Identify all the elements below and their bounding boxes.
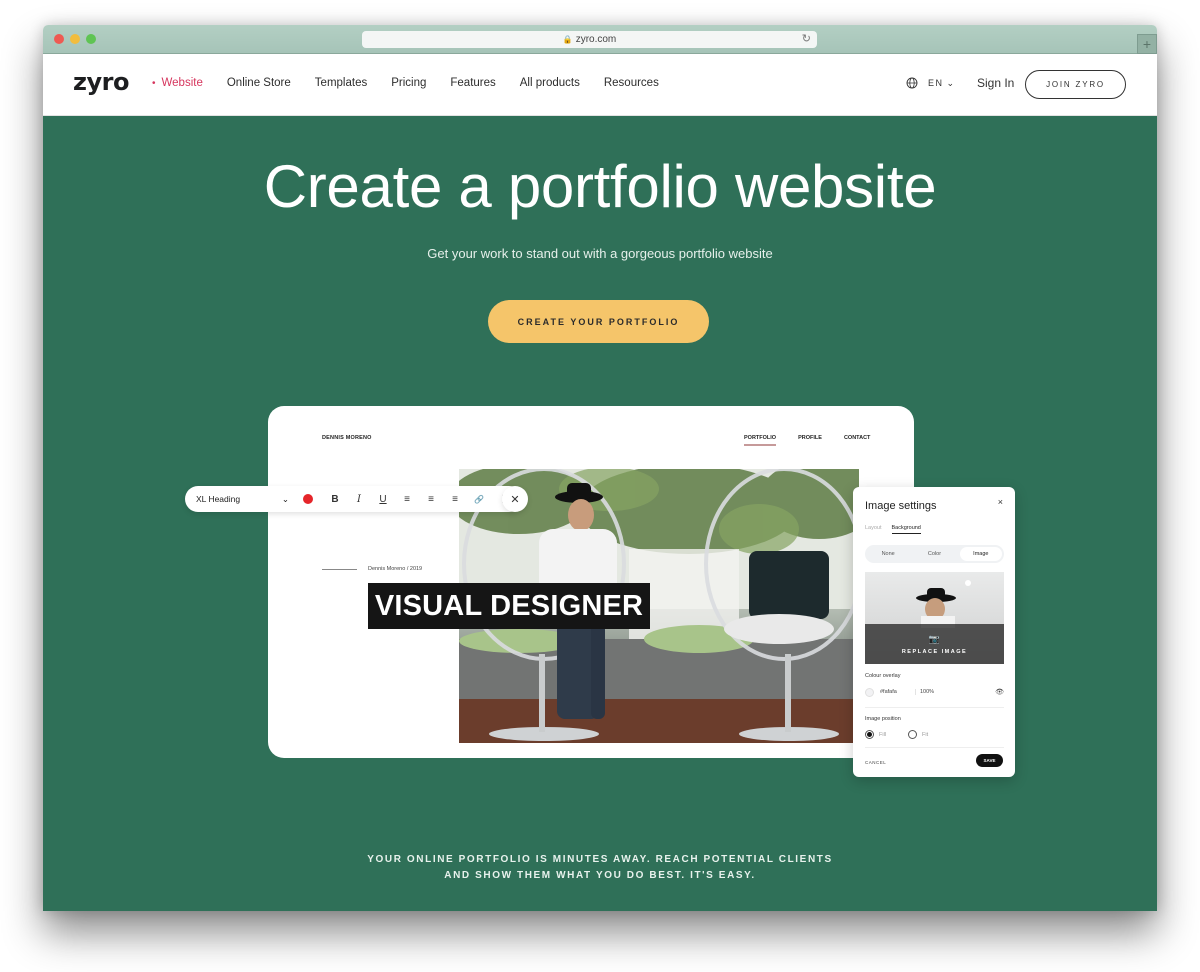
nav-item-all-products[interactable]: All products <box>520 77 580 89</box>
background-type-switch: None Color Image <box>865 545 1004 563</box>
meta-divider <box>322 569 357 570</box>
replace-image-button[interactable]: 📷 REPLACE IMAGE <box>865 624 1004 664</box>
reload-icon[interactable]: ↻ <box>802 32 811 45</box>
bold-button[interactable]: B <box>323 494 347 505</box>
new-tab-button[interactable]: + <box>1137 34 1157 54</box>
link-icon[interactable]: 🔗 <box>467 495 491 504</box>
hero-footer-text: YOUR ONLINE PORTFOLIO IS MINUTES AWAY. R… <box>43 852 1157 884</box>
segment-image[interactable]: Image <box>959 547 1002 561</box>
sign-in-link[interactable]: Sign In <box>977 76 1014 90</box>
nav-item-features[interactable]: Features <box>450 77 495 89</box>
nav-item-resources[interactable]: Resources <box>604 77 659 89</box>
create-portfolio-button[interactable]: CREATE YOUR PORTFOLIO <box>488 300 709 343</box>
hero-section: Create a portfolio website Get your work… <box>43 116 1157 911</box>
chevron-down-icon: ⌄ <box>946 77 956 88</box>
radio-fit-label: Fit <box>922 731 929 738</box>
maximize-window-button[interactable] <box>86 34 96 44</box>
language-selector[interactable]: EN ⌄ <box>906 77 956 89</box>
address-bar[interactable]: 🔒 zyro.com ↻ <box>362 31 817 48</box>
text-format-toolbar: XL Heading ⌄ B I U ≡ ≡ ≡ 🔗 ⋮ ✕ <box>185 486 528 512</box>
nav-item-website[interactable]: Website <box>152 77 203 89</box>
mockup-nav-portfolio: PORTFOLIO <box>744 435 777 446</box>
language-code: EN <box>928 78 944 88</box>
text-style-select[interactable]: XL Heading ⌄ <box>185 494 295 505</box>
minimize-window-button[interactable] <box>70 34 80 44</box>
browser-window: 🔒 zyro.com ↻ + zyro Website Online Store… <box>43 25 1157 911</box>
editor-mockup: DENNIS MORENO PORTFOLIO PROFILE CONTACT <box>268 406 914 758</box>
hero-footer-line-2: AND SHOW THEM WHAT YOU DO BEST. IT'S EAS… <box>444 870 756 881</box>
overlay-hex-input[interactable]: #fafafa <box>880 689 916 695</box>
hero-footer-line-1: YOUR ONLINE PORTFOLIO IS MINUTES AWAY. R… <box>367 854 833 865</box>
italic-button[interactable]: I <box>347 494 371 505</box>
nav-item-pricing[interactable]: Pricing <box>391 77 426 89</box>
join-zyro-button[interactable]: JOIN ZYRO <box>1025 70 1126 99</box>
tab-background[interactable]: Background <box>891 525 921 534</box>
align-center-icon[interactable]: ≡ <box>419 494 443 505</box>
site-header: zyro Website Online Store Templates Pric… <box>43 54 1157 116</box>
cancel-button[interactable]: CANCEL <box>865 760 886 765</box>
image-settings-title: Image settings <box>865 500 937 512</box>
mockup-brand: DENNIS MORENO <box>322 435 372 441</box>
radio-fit[interactable] <box>908 730 918 739</box>
background-image-preview: 📷 REPLACE IMAGE <box>865 572 1004 664</box>
close-toolbar-button[interactable]: ✕ <box>502 486 528 512</box>
nav-item-templates[interactable]: Templates <box>315 77 367 89</box>
replace-image-label: REPLACE IMAGE <box>901 648 968 655</box>
camera-icon: 📷 <box>928 633 941 644</box>
close-window-button[interactable] <box>54 34 64 44</box>
close-icon[interactable]: × <box>998 497 1003 507</box>
radio-fill-label: Fill <box>879 731 887 738</box>
tab-layout[interactable]: Layout <box>865 525 882 534</box>
radio-fill[interactable] <box>865 730 874 739</box>
underline-button[interactable]: U <box>371 494 395 505</box>
text-color-picker[interactable] <box>303 494 313 504</box>
url-text: zyro.com <box>575 34 617 45</box>
text-style-value: XL Heading <box>196 493 241 504</box>
mockup-nav: PORTFOLIO PROFILE CONTACT <box>744 435 892 446</box>
divider <box>865 747 1004 748</box>
lock-icon: 🔒 <box>562 35 573 44</box>
colour-overlay-row: #fafafa 100% 👁 <box>865 685 1004 699</box>
align-right-icon[interactable]: ≡ <box>443 494 467 505</box>
colour-overlay-label: Colour overlay <box>865 673 901 679</box>
image-position-options: Fill Fit <box>865 730 928 739</box>
segment-color[interactable]: Color <box>913 547 955 561</box>
align-left-icon[interactable]: ≡ <box>395 494 419 505</box>
segment-none[interactable]: None <box>867 547 909 561</box>
hero-subtitle: Get your work to stand out with a gorgeo… <box>427 246 773 261</box>
image-position-label: Image position <box>865 716 901 722</box>
zyro-logo[interactable]: zyro <box>73 68 129 96</box>
hero-title: Create a portfolio website <box>263 153 937 220</box>
browser-titlebar: 🔒 zyro.com ↻ + <box>43 25 1157 54</box>
chevron-down-icon: ⌄ <box>281 493 289 504</box>
main-nav: Website Online Store Templates Pricing F… <box>152 77 683 89</box>
divider <box>865 707 1004 708</box>
image-settings-panel: Image settings × Layout Background None … <box>853 487 1015 777</box>
mockup-nav-contact: CONTACT <box>843 435 871 441</box>
nav-item-online-store[interactable]: Online Store <box>227 77 291 89</box>
mockup-nav-profile: PROFILE <box>798 435 822 441</box>
overlay-opacity-input[interactable]: 100% <box>916 689 946 695</box>
visual-designer-heading[interactable]: VISUAL DESIGNER <box>368 583 650 629</box>
mockup-meta: Dennis Moreno / 2019 <box>368 566 423 572</box>
eye-icon[interactable]: 👁 <box>995 688 1004 696</box>
globe-icon <box>906 77 918 89</box>
image-settings-tabs: Layout Background <box>865 525 931 534</box>
overlay-color-swatch[interactable] <box>865 687 874 697</box>
save-button[interactable]: SAVE <box>976 754 1003 767</box>
